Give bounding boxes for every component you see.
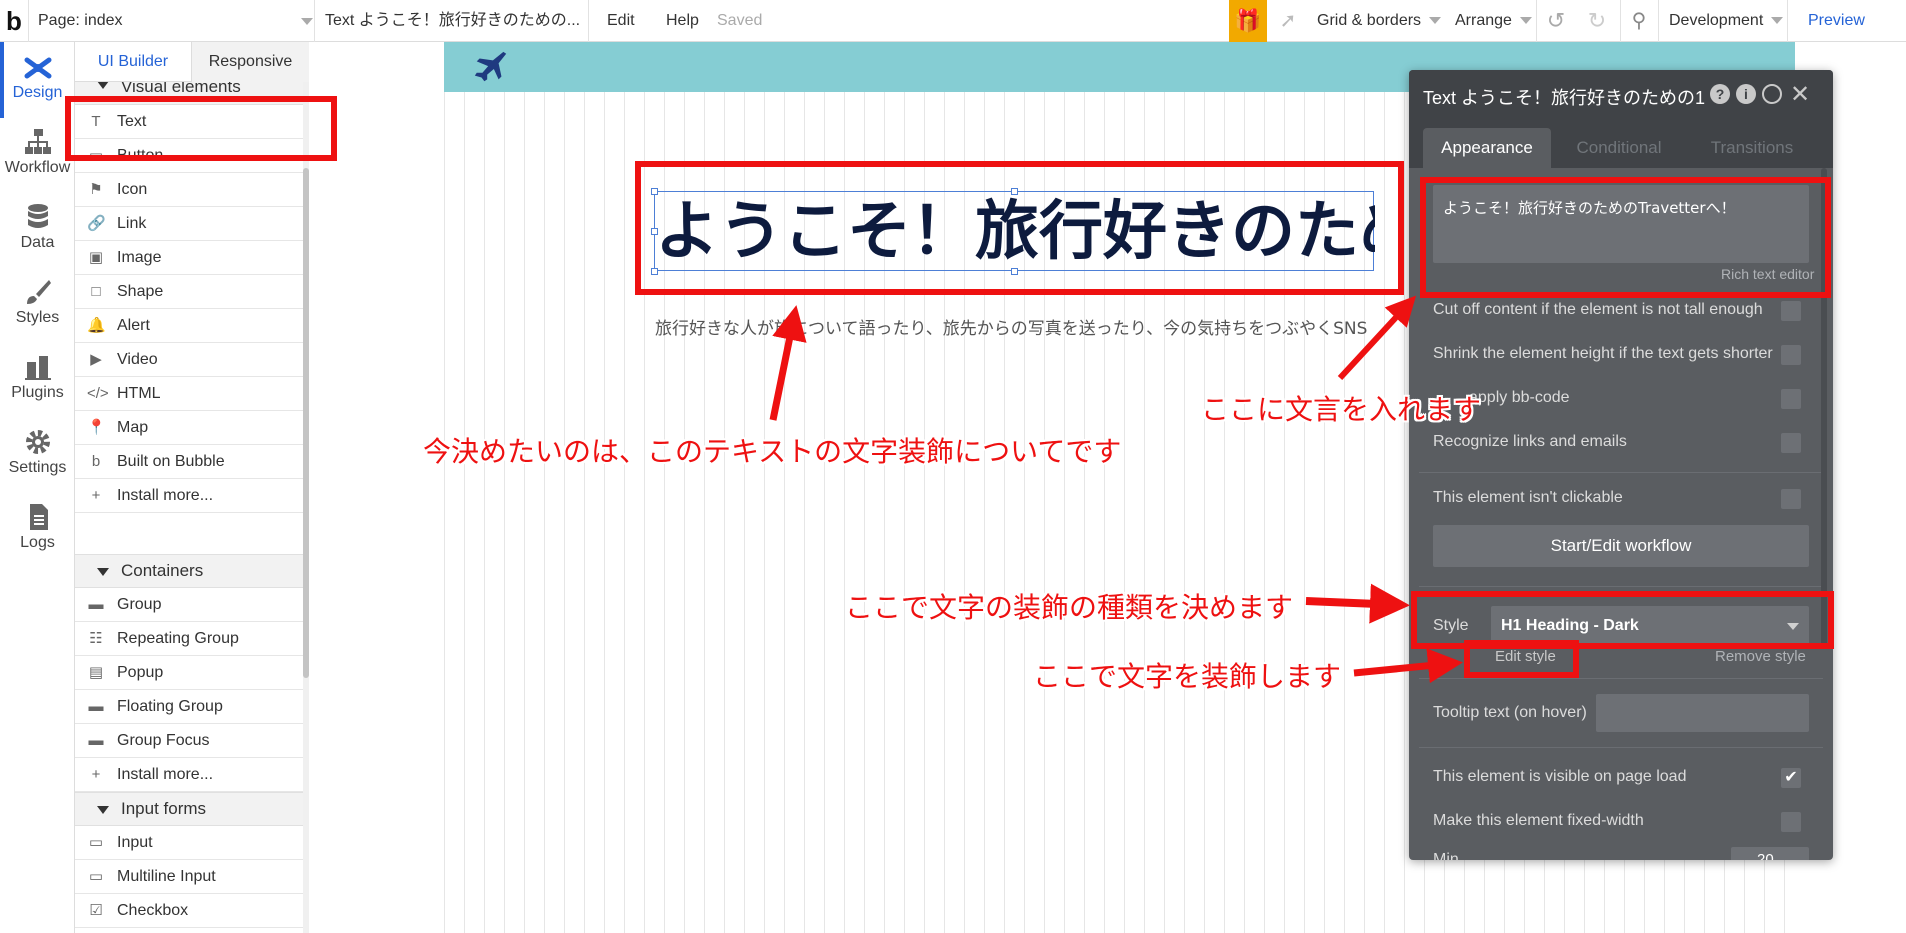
arrow-to-style	[1305, 583, 1410, 624]
annotation-edit-style: ここで文字を装飾します	[1033, 660, 1342, 693]
arrow-to-edit-style	[1353, 648, 1463, 684]
annotation-text-field: ここに文言を入れます	[1201, 393, 1482, 426]
arrow-to-heading	[769, 305, 807, 421]
arrow-to-text-field	[1337, 295, 1417, 381]
annotation-style: ここで文字の装飾の種類を決めます	[845, 591, 1294, 624]
annotation-heading: 今決めたいのは、このテキストの文字装飾についてです	[423, 435, 1122, 468]
